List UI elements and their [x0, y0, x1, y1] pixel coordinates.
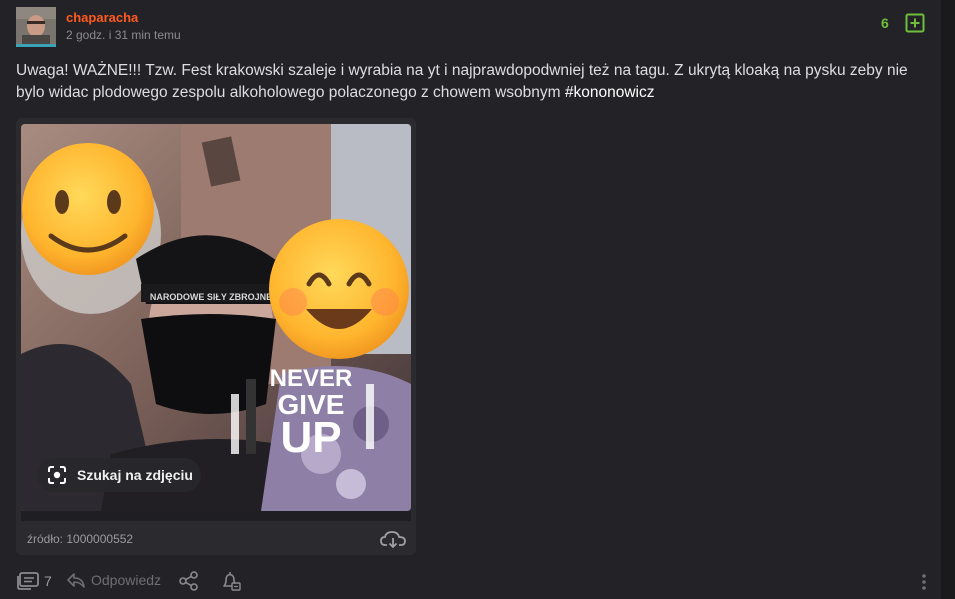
reply-label: Odpowiedz [91, 572, 162, 588]
avatar[interactable] [16, 7, 56, 47]
image-text-never: NEVER [270, 365, 353, 392]
post-image[interactable]: NARODOWE SIŁY ZBROJNE NEVER GIVE UP Szuk… [21, 124, 411, 511]
hashtag-link[interactable]: #kononowicz [565, 84, 655, 101]
bell-icon [223, 572, 241, 591]
more-vertical-icon[interactable] [921, 572, 927, 592]
image-source: źródło: 1000000552 [27, 532, 134, 546]
comments-button[interactable]: 7 [16, 570, 52, 592]
post-content: Uwaga! WAŻNE!!! Tzw. Fest krakowski szal… [16, 60, 926, 104]
post-actions: 7 Odpowiedz [16, 570, 941, 594]
avatar-image [16, 7, 56, 44]
smiley-emoji-right [269, 219, 409, 359]
comments-count: 7 [44, 573, 52, 589]
cloud-download-icon[interactable] [380, 529, 406, 549]
media-card: NARODOWE SIŁY ZBROJNE NEVER GIVE UP Szuk… [16, 118, 416, 555]
share-button[interactable] [178, 570, 200, 592]
comments-icon [17, 572, 39, 590]
image-illustration: NARODOWE SIŁY ZBROJNE NEVER GIVE UP [21, 124, 411, 511]
notify-button[interactable] [220, 570, 242, 592]
vote-count: 6 [881, 15, 889, 31]
media-divider [21, 511, 411, 521]
reply-button[interactable]: Odpowiedz [66, 570, 161, 590]
plus-square-icon[interactable] [905, 13, 925, 33]
search-in-image-button[interactable]: Szukaj na zdjęciu [37, 458, 201, 492]
post-time[interactable]: 2 godz. i 31 min temu [66, 28, 181, 42]
share-icon [179, 571, 198, 591]
reply-icon [67, 573, 85, 588]
image-text-up: UP [280, 413, 341, 462]
lens-icon [48, 466, 66, 484]
post-text: Uwaga! WAŻNE!!! Tzw. Fest krakowski szal… [16, 62, 908, 101]
smiley-emoji-left [22, 143, 154, 275]
page-scrollbar[interactable] [941, 0, 955, 599]
search-in-image-label: Szukaj na zdjęciu [77, 467, 193, 483]
beanie-text: NARODOWE SIŁY ZBROJNE [150, 292, 272, 302]
author-name[interactable]: chaparacha [66, 10, 138, 25]
